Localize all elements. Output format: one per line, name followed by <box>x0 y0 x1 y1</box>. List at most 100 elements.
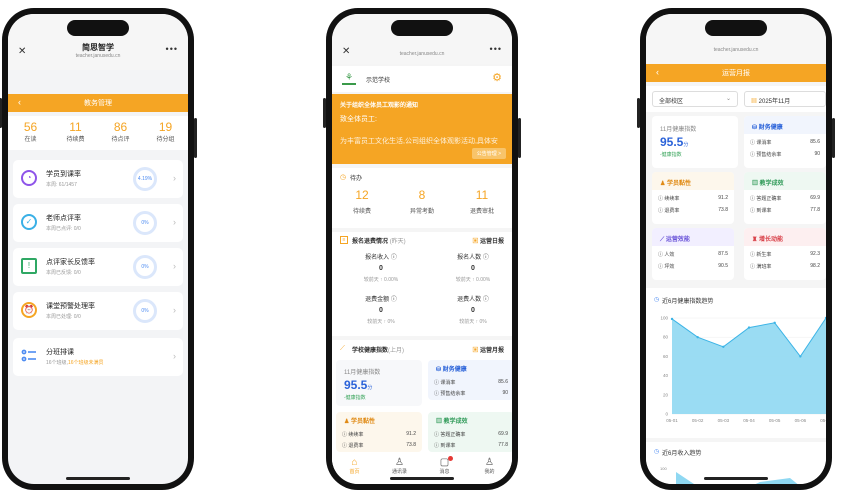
health-trend-chart: 100 80 60 40 20 005-01 05-02 05-03 05-04 05-05 05-… <box>660 316 826 423</box>
notice-manage-button[interactable]: 公告管理 > <box>471 148 506 159</box>
index-label: 11月健康指数 <box>660 127 697 133</box>
tab-home[interactable]: ⌂ 首页 <box>332 454 377 484</box>
chevron-right-icon: › <box>173 351 176 361</box>
tile-row: ⓘ 人效 87.5 <box>658 251 728 258</box>
data-point <box>773 321 776 324</box>
clock-icon: ◷ <box>340 174 347 181</box>
todo-value: 11 <box>475 188 489 202</box>
more-icon[interactable]: ••• <box>490 44 502 54</box>
tab-profile[interactable]: ♙ 我的 <box>467 454 512 484</box>
more-icon[interactable]: ••• <box>166 44 178 54</box>
chevron-right-icon: › <box>173 173 176 183</box>
reg-metric-value: 0 <box>379 307 383 314</box>
ops-tile[interactable]: ⟋ 运营效能 ⓘ 人效 87.5 ⓘ 坪效 90.5 <box>652 228 734 280</box>
todo-item[interactable]: 11 退费审批 <box>452 188 512 215</box>
chart2-title: 近6月收入趋势 <box>662 451 702 457</box>
x-tick-label: 05-03 <box>718 418 730 423</box>
stat-item[interactable]: 56 在读 <box>8 116 53 150</box>
reg-card: ≡ 报名退费情况 (昨天) ▣ 运营日报 报名收入 ⓘ 0 较前天 ↑ 0.00% 报… <box>332 232 512 336</box>
stat-value: 11 <box>69 120 82 134</box>
notice-banner[interactable]: 关于组织全体员工观影的通知 致全体员工: 为丰富员工文化生活,公司组织全体观影活… <box>332 94 512 164</box>
data-point <box>799 355 802 358</box>
tile-title: 学员黏性 <box>667 181 692 187</box>
metric-row[interactable]: ! 点评家长反馈率 本周已反馈: 0/0 0% › <box>13 248 183 286</box>
y-tick-label: 0 <box>665 412 668 417</box>
todo-item[interactable]: 8 异常考勤 <box>392 188 452 215</box>
school-header: ⚘ 示范学校 ⚙ <box>332 66 512 92</box>
stu-tile[interactable]: ♟ 学员黏性 ⓘ 续续率 91.2 ⓘ 退费率 73.8 <box>336 412 422 452</box>
notch <box>705 20 767 36</box>
group-title: 分班排课 <box>46 349 74 356</box>
reg-icon: ≡ <box>340 236 348 244</box>
reg-metric-label: 报名人数 ⓘ <box>457 255 489 261</box>
back-icon[interactable]: ‹ <box>18 97 21 107</box>
progress-ring: 0% <box>133 255 157 279</box>
teach-tile[interactable]: ▥ 教学成效 ⓘ 答题正确率 69.9 ⓘ 到课率 77.8 <box>428 412 512 452</box>
contacts-icon: ♙ <box>395 457 404 468</box>
fin-tile[interactable]: ⛁ 财务健康 ⓘ 课消率 85.6 ⓘ 预售结余率 90 <box>744 116 826 168</box>
todo-card: ◷ 待办 12 待续费 8 异常考勤 11 退费审批 <box>332 168 512 228</box>
monthly-report-link[interactable]: ▣ 运营月报 <box>472 345 504 354</box>
reg-metric-label: 退费金额 ⓘ <box>365 297 397 303</box>
reg-metric: 退费人数 ⓘ 0 较前天 ↑ 0% <box>428 294 512 325</box>
phone-3: teacher.janusedu.cn ‹ 运营月报 全部校区 ⌄ ▦ 2025年… <box>637 8 835 490</box>
metric-row[interactable]: ✓ 老师点评率 本周已点评: 0/0 0% › <box>13 204 183 242</box>
fin-tile[interactable]: ⛁ 财务健康 ⓘ 课消率 85.6 ⓘ 预售结余率 90 <box>428 360 512 400</box>
stats-row: 56 在读 11 待续费 86 待点评 19 待分组 <box>8 116 188 150</box>
reg-metric-value: 0 <box>471 265 475 272</box>
list-icon <box>21 349 36 362</box>
reg-title: 报名退费情况 (昨天) <box>352 239 406 245</box>
stat-item[interactable]: 86 待点评 <box>98 116 143 150</box>
stat-value: 86 <box>113 120 128 134</box>
phone-2: ✕ teacher.janusedu.cn ••• ⚘ 示范学校 ⚙ 关于组织全… <box>323 8 521 490</box>
progress-value: 0% <box>141 264 149 270</box>
stat-item[interactable]: 11 待续费 <box>53 116 98 150</box>
tile-row: ⓘ 到课率 77.8 <box>750 207 820 214</box>
tab-label: 通讯录 <box>391 469 407 475</box>
y-tick-label: 100 <box>660 466 667 471</box>
index-label: 11月健康指数 <box>344 370 381 376</box>
todo-label: 待续费 <box>352 209 371 215</box>
metric-row[interactable]: ⏰ 课堂预警处理率 本周已处理: 0/0 0% › <box>13 292 183 330</box>
x-tick-label: 05-06 <box>795 418 807 423</box>
tile-title: 财务健康 <box>758 125 783 131</box>
x-tick-label: 05-05 <box>769 418 781 423</box>
reg-metric-compare: 较前天 ↑ 0% <box>367 319 395 325</box>
back-icon[interactable]: ‹ <box>656 67 659 77</box>
notch <box>67 20 129 36</box>
url-label: teacher.janusedu.cn <box>713 47 759 53</box>
stat-value: 56 <box>23 120 38 134</box>
stat-item[interactable]: 19 待分组 <box>143 116 188 150</box>
daily-report-link[interactable]: ▣ 运营日报 <box>472 236 504 245</box>
health-card: ⟋ 学校健康指数(上月) ▣ 运营月报 11月健康指数 95.5分 -健康指数 … <box>332 340 512 470</box>
nav-bar: ‹ 教务管理 <box>8 94 188 112</box>
stu-tile[interactable]: ♟ 学员黏性 ⓘ 续续率 91.2 ⓘ 退费率 73.8 <box>652 172 734 224</box>
todo-item[interactable]: 12 待续费 <box>332 188 392 215</box>
metric-title: 点评家长反馈率 <box>46 259 95 266</box>
tile-row: ⓘ 满班率 98.2 <box>750 263 820 270</box>
group-row[interactable]: 分班排课 16个班级,16个班级未满员 › <box>13 338 183 376</box>
month-picker[interactable]: ▦ 2025年11月 <box>744 91 826 107</box>
settings-icon[interactable]: ⚙ <box>492 71 502 84</box>
home-indicator <box>704 477 768 480</box>
reg-metric-compare: 较前天 ↑ 0.00% <box>455 277 491 283</box>
reg-metric-value: 0 <box>471 307 475 314</box>
reg-metric-value: 0 <box>379 265 383 272</box>
y-tick-label: 20 <box>663 392 669 397</box>
index-value: 95.5分 <box>660 135 689 149</box>
metric-row[interactable]: ◔ 学员到课率 本周: 61/1457 4.19% › <box>13 160 183 198</box>
grow-tile[interactable]: ♜ 增长动能 ⓘ 新生率 92.3 ⓘ 满班率 98.2 <box>744 228 826 280</box>
reg-metric-label: 报名收入 ⓘ <box>365 255 397 261</box>
tile-row: ⓘ 课消率 85.6 <box>750 139 820 146</box>
progress-ring: 0% <box>133 211 157 235</box>
campus-select[interactable]: 全部校区 ⌄ <box>652 91 738 107</box>
teach-tile[interactable]: ▥ 教学成效 ⓘ 答题正确率 69.9 ⓘ 到课率 77.8 <box>744 172 826 224</box>
db-icon: ⛁ <box>752 125 759 131</box>
tab-label: 我的 <box>484 469 495 475</box>
chevron-down-icon: ⌄ <box>725 96 731 102</box>
db-icon: ⛁ <box>436 367 443 373</box>
notification-dot <box>447 456 453 461</box>
metric-sub: 本周: 61/1457 <box>46 182 77 188</box>
stat-value: 19 <box>158 120 173 134</box>
tile-title: 运营效能 <box>665 237 690 243</box>
